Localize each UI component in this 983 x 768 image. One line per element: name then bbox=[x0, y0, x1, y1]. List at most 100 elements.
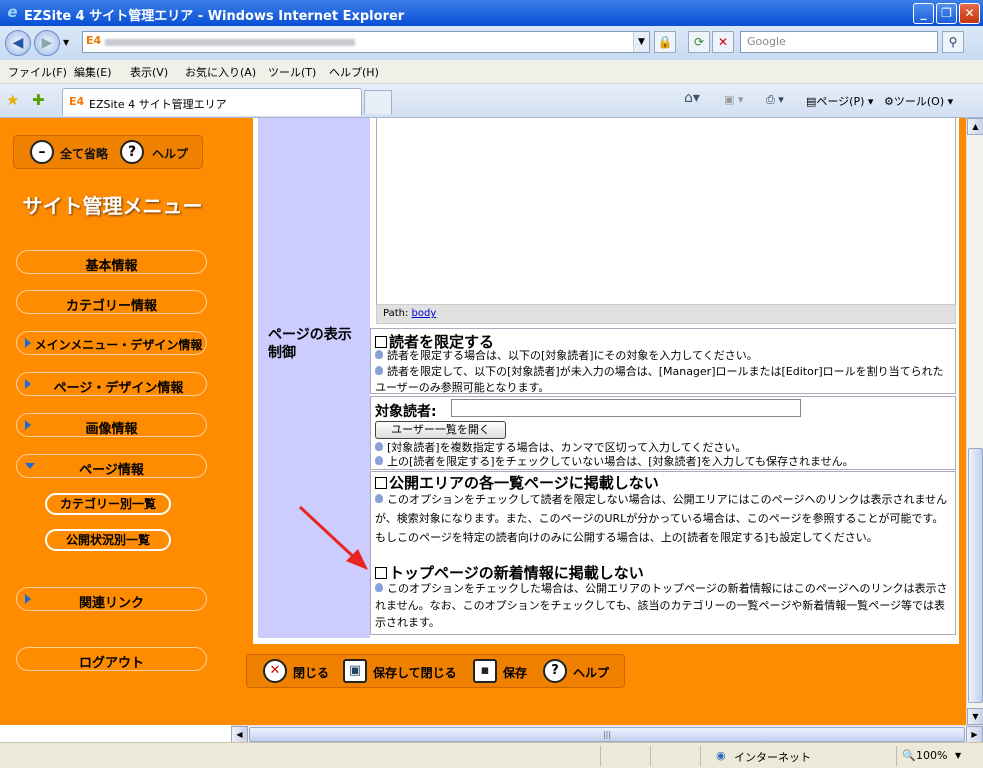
close-button[interactable]: 閉じる bbox=[293, 664, 329, 681]
logout-button[interactable]: ログアウト bbox=[16, 647, 207, 671]
site-favicon-icon: E4 bbox=[86, 34, 102, 47]
sidebar-item-image-info[interactable]: 画像情報 bbox=[16, 413, 207, 437]
address-dropdown-icon[interactable]: ▼ bbox=[633, 32, 649, 52]
collapse-all-icon[interactable]: – bbox=[30, 140, 54, 164]
target-readers-section: 対象読者: ユーザー一覧を開く [対象読者]を複数指定する場合は、カンマで区切っ… bbox=[370, 396, 956, 470]
add-favorites-icon[interactable]: ✚ bbox=[32, 91, 45, 109]
editor-path-bar: Path: body bbox=[376, 304, 956, 324]
page-viewport: – 全て省略 ? ヘルプ サイト管理メニュー 基本情報 カテゴリー情報 メインメ… bbox=[0, 118, 966, 725]
target-readers-label: 対象読者: bbox=[375, 404, 437, 420]
zoom-level[interactable]: 100% bbox=[916, 749, 947, 762]
editor-path-body-link[interactable]: body bbox=[412, 308, 437, 319]
main-area: ページの表示 制御 Path: body 読者を限定する 読者を限定する場合は、… bbox=[243, 118, 966, 725]
scroll-down-icon[interactable]: ▼ bbox=[967, 708, 983, 725]
sidebar-item-main-menu-design[interactable]: メインメニュー・デザイン情報 bbox=[16, 331, 207, 355]
menu-bar: ファイル(F) 編集(E) 表示(V) お気に入り(A) ツール(T) ヘルプ(… bbox=[0, 60, 983, 84]
search-icon[interactable]: ⚲ bbox=[942, 31, 964, 53]
address-input[interactable]: E4 ▼ bbox=[82, 31, 650, 53]
scroll-right-icon[interactable]: ▶ bbox=[966, 726, 983, 743]
horizontal-scroll-thumb[interactable]: ||| bbox=[249, 727, 965, 742]
restore-button[interactable]: ❐ bbox=[936, 3, 957, 24]
scrollbar-gap bbox=[0, 725, 231, 742]
collapse-all-button[interactable]: 全て省略 bbox=[60, 145, 108, 162]
page-menu-button[interactable]: ▤ページ(P) ▾ bbox=[806, 93, 873, 109]
hide-from-news-checkbox[interactable] bbox=[375, 567, 387, 579]
tools-menu-button[interactable]: ⚙ツール(O) ▾ bbox=[884, 93, 953, 109]
vertical-scrollbar[interactable]: ▲ ▼ bbox=[966, 118, 983, 725]
hide-options-section: 公開エリアの各一覧ページに掲載しない このオプションをチェックして読者を限定しな… bbox=[370, 471, 956, 635]
save-and-close-button[interactable]: 保存して閉じる bbox=[373, 664, 457, 681]
sidebar-item-basic-info[interactable]: 基本情報 bbox=[16, 250, 207, 274]
sidebar-title: サイト管理メニュー bbox=[22, 194, 203, 218]
open-user-list-button[interactable]: ユーザー一覧を開く bbox=[375, 421, 506, 439]
page-menu-label: ページ(P) bbox=[816, 95, 865, 108]
hint-bulb-icon bbox=[375, 494, 383, 503]
menu-help[interactable]: ヘルプ(H) bbox=[329, 64, 379, 80]
menu-view[interactable]: 表示(V) bbox=[130, 64, 168, 80]
sidebar-item-related-links[interactable]: 関連リンク bbox=[16, 587, 207, 611]
arrow-shaft bbox=[298, 505, 360, 563]
sidebar-top-buttons: – 全て省略 ? ヘルプ bbox=[13, 135, 203, 169]
bottom-action-bar: ✕ 閉じる ▣ 保存して閉じる ▪ 保存 ? ヘルプ bbox=[246, 654, 625, 688]
close-window-button[interactable]: ✕ bbox=[959, 3, 980, 24]
save-icon[interactable]: ▪ bbox=[473, 659, 497, 683]
help-button[interactable]: ヘルプ bbox=[573, 664, 609, 681]
lock-icon[interactable]: 🔒 bbox=[654, 31, 676, 53]
zoom-dropdown-icon[interactable]: ▼ bbox=[955, 751, 961, 760]
zoom-icon[interactable]: 🔍 bbox=[902, 749, 916, 762]
minimize-button[interactable]: _ bbox=[913, 3, 934, 24]
restrict-readers-checkbox[interactable] bbox=[375, 336, 387, 348]
horizontal-scrollbar[interactable]: ◀ ||| ▶ bbox=[231, 725, 983, 743]
back-button[interactable]: ◀ bbox=[5, 30, 31, 56]
tools-menu-label: ツール(O) bbox=[893, 95, 945, 108]
page-control-label: ページの表示 制御 bbox=[268, 327, 352, 361]
hint-bulb-icon bbox=[375, 456, 383, 465]
hide-from-lists-checkbox[interactable] bbox=[375, 477, 387, 489]
print-icon[interactable]: ⎙ ▾ bbox=[766, 93, 784, 107]
sidebar-subitem-by-category[interactable]: カテゴリー別一覧 bbox=[45, 493, 171, 515]
status-bar: ◉ インターネット 🔍 100% ▼ bbox=[0, 742, 983, 768]
target-readers-input[interactable] bbox=[451, 399, 801, 417]
window-title-bar: e EZSite 4 サイト管理エリア - Windows Internet E… bbox=[0, 0, 983, 26]
home-icon[interactable]: ⌂▾ bbox=[684, 90, 700, 106]
security-zone-label: インターネット bbox=[734, 751, 811, 764]
readers-note-2: 上の[読者を限定する]をチェックしていない場合は、[対象読者]を入力しても保存さ… bbox=[375, 454, 953, 470]
restrict-note-2: 読者を限定して、以下の[対象読者]が未入力の場合は、[Manager]ロールまた… bbox=[375, 365, 944, 394]
sidebar-item-page-info[interactable]: ページ情報 bbox=[16, 454, 207, 478]
sidebar: – 全て省略 ? ヘルプ サイト管理メニュー 基本情報 カテゴリー情報 メインメ… bbox=[0, 118, 243, 725]
new-tab-button[interactable] bbox=[364, 90, 392, 114]
close-icon[interactable]: ✕ bbox=[263, 659, 287, 683]
tab-favicon-icon: E4 bbox=[69, 95, 85, 108]
restrict-readers-section: 読者を限定する 読者を限定する場合は、以下の[対象読者]にその対象を入力してくだ… bbox=[370, 328, 956, 394]
sidebar-subitem-by-status[interactable]: 公開状況別一覧 bbox=[45, 529, 171, 551]
menu-edit[interactable]: 編集(E) bbox=[74, 64, 112, 80]
sidebar-item-page-design[interactable]: ページ・デザイン情報 bbox=[16, 372, 207, 396]
sidebar-item-category-info[interactable]: カテゴリー情報 bbox=[16, 290, 207, 314]
window-title: EZSite 4 サイト管理エリア - Windows Internet Exp… bbox=[24, 9, 405, 24]
rich-text-editor[interactable] bbox=[376, 118, 956, 306]
ie-logo-icon: e bbox=[7, 3, 18, 21]
forward-button[interactable]: ▶ bbox=[34, 30, 60, 56]
tab-bar: ★ ✚ E4 EZSite 4 サイト管理エリア ⌂▾ ▣ ▾ ⎙ ▾ ▤ページ… bbox=[0, 84, 983, 118]
favorites-star-icon[interactable]: ★ bbox=[6, 91, 19, 109]
help-icon[interactable]: ? bbox=[120, 140, 144, 164]
red-arrow-annotation bbox=[298, 505, 368, 570]
save-button[interactable]: 保存 bbox=[503, 664, 527, 681]
stop-icon[interactable]: ✕ bbox=[712, 31, 734, 53]
history-dropdown-icon[interactable]: ▼ bbox=[63, 38, 69, 47]
internet-zone-icon: ◉ bbox=[716, 749, 726, 762]
sidebar-help-button[interactable]: ヘルプ bbox=[152, 145, 188, 162]
vertical-scroll-thumb[interactable] bbox=[968, 448, 983, 703]
help-icon[interactable]: ? bbox=[543, 659, 567, 683]
save-close-icon[interactable]: ▣ bbox=[343, 659, 367, 683]
scroll-left-icon[interactable]: ◀ bbox=[231, 726, 248, 743]
search-input[interactable]: Google bbox=[740, 31, 938, 53]
hide-lists-note: このオプションをチェックして読者を限定しない場合は、公開エリアにはこのページへの… bbox=[375, 493, 948, 544]
menu-favorites[interactable]: お気に入り(A) bbox=[185, 64, 256, 80]
refresh-icon[interactable]: ⟳ bbox=[688, 31, 710, 53]
tab-ezsite[interactable]: E4 EZSite 4 サイト管理エリア bbox=[62, 88, 362, 116]
menu-tools[interactable]: ツール(T) bbox=[268, 64, 316, 80]
feeds-icon[interactable]: ▣ ▾ bbox=[724, 93, 743, 106]
scroll-up-icon[interactable]: ▲ bbox=[967, 118, 983, 135]
menu-file[interactable]: ファイル(F) bbox=[8, 64, 67, 80]
